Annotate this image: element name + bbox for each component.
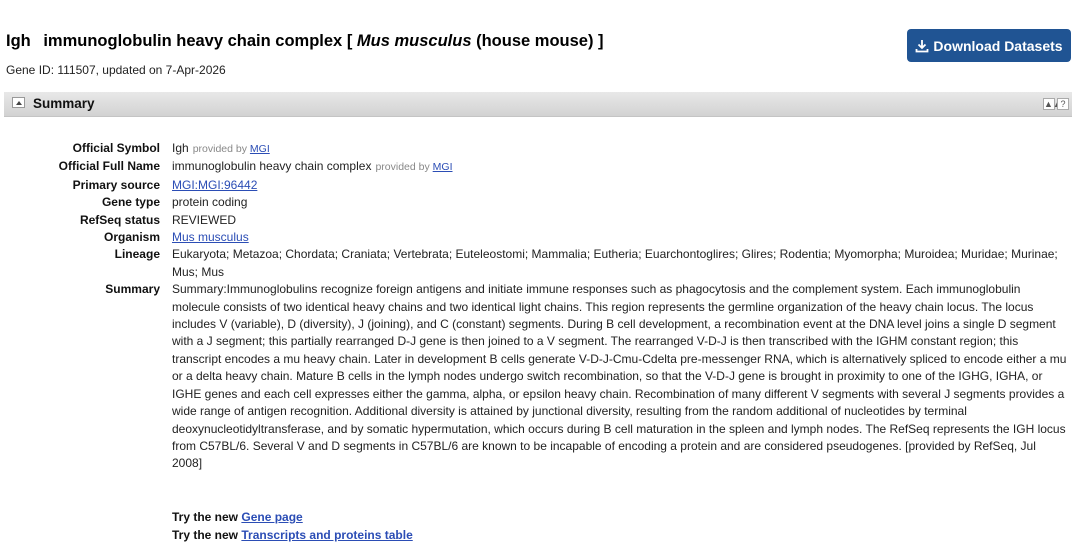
field-label: Official Symbol xyxy=(72,141,160,155)
field-value: immunoglobulin heavy chain complex xyxy=(172,159,372,174)
field-label: Lineage xyxy=(114,247,160,262)
summary-section-header[interactable]: Summary ▲▲ ? xyxy=(4,92,1072,117)
mgi-link[interactable]: MGI xyxy=(250,143,270,155)
field-official-full-name: Official Full Name immunoglobulin heavy … xyxy=(0,158,1068,176)
field-label: RefSeq status xyxy=(79,212,160,227)
help-icon[interactable]: ? xyxy=(1057,98,1069,110)
organism-link[interactable]: Mus musculus xyxy=(172,230,249,244)
page-title: Igh immunoglobulin heavy chain complex [… xyxy=(6,32,604,51)
summary-text: Summary:Immunoglobulins recognize foreig… xyxy=(172,282,1067,471)
field-label: Summary xyxy=(105,282,160,297)
download-datasets-label: Download Datasets xyxy=(933,37,1063,54)
field-official-symbol: Official Symbol Igh provided by MGI xyxy=(0,140,1068,158)
summary-fields: Official Symbol Igh provided by MGI Offic… xyxy=(0,140,1068,473)
mgi-link[interactable]: MGI xyxy=(433,161,453,173)
field-label: Primary source xyxy=(72,177,160,192)
primary-source-link[interactable]: MGI:MGI:96442 xyxy=(172,178,257,192)
section-title: Summary xyxy=(33,96,95,111)
download-icon xyxy=(916,39,929,52)
field-value: protein coding xyxy=(172,195,248,210)
field-gene-type: Gene type protein coding xyxy=(0,194,1068,211)
gene-id-line: Gene ID: 111507, updated on 7-Apr-2026 xyxy=(6,63,226,77)
field-value: Igh xyxy=(172,141,189,155)
field-value: REVIEWED xyxy=(172,212,237,227)
field-label: Official Full Name xyxy=(58,159,160,174)
collapse-toggle-icon[interactable] xyxy=(12,97,25,108)
field-value: Eukaryota; Metazoa; Chordata; Craniata; … xyxy=(172,247,1058,279)
gene-full-name: immunoglobulin heavy chain complex [ xyxy=(43,32,353,50)
try-transcripts: Try the new Transcripts and proteins tab… xyxy=(172,528,413,542)
gene-page-link[interactable]: Gene page xyxy=(241,510,302,524)
field-summary: Summary Summary:Immunoglobulins recogniz… xyxy=(0,281,1068,472)
field-primary-source: Primary source MGI:MGI:96442 xyxy=(0,177,1068,194)
gene-symbol: Igh xyxy=(6,32,31,50)
collapse-all-icon[interactable]: ▲▲ xyxy=(1043,98,1062,110)
field-label: Gene type xyxy=(101,195,160,210)
common-name: (house mouse) ] xyxy=(476,32,604,50)
provided-by: provided by MGI xyxy=(192,143,270,155)
species-name: Mus musculus xyxy=(356,32,472,50)
transcripts-table-link[interactable]: Transcripts and proteins table xyxy=(241,528,412,542)
field-refseq-status: RefSeq status REVIEWED xyxy=(0,212,1068,229)
provided-by: provided by MGI xyxy=(375,161,453,174)
download-datasets-button[interactable]: Download Datasets xyxy=(907,29,1071,62)
try-gene-page: Try the new Gene page xyxy=(172,510,303,524)
field-lineage: Lineage Eukaryota; Metazoa; Chordata; Cr… xyxy=(0,246,1068,281)
field-organism: Organism Mus musculus xyxy=(0,229,1068,246)
field-label: Organism xyxy=(103,230,160,245)
